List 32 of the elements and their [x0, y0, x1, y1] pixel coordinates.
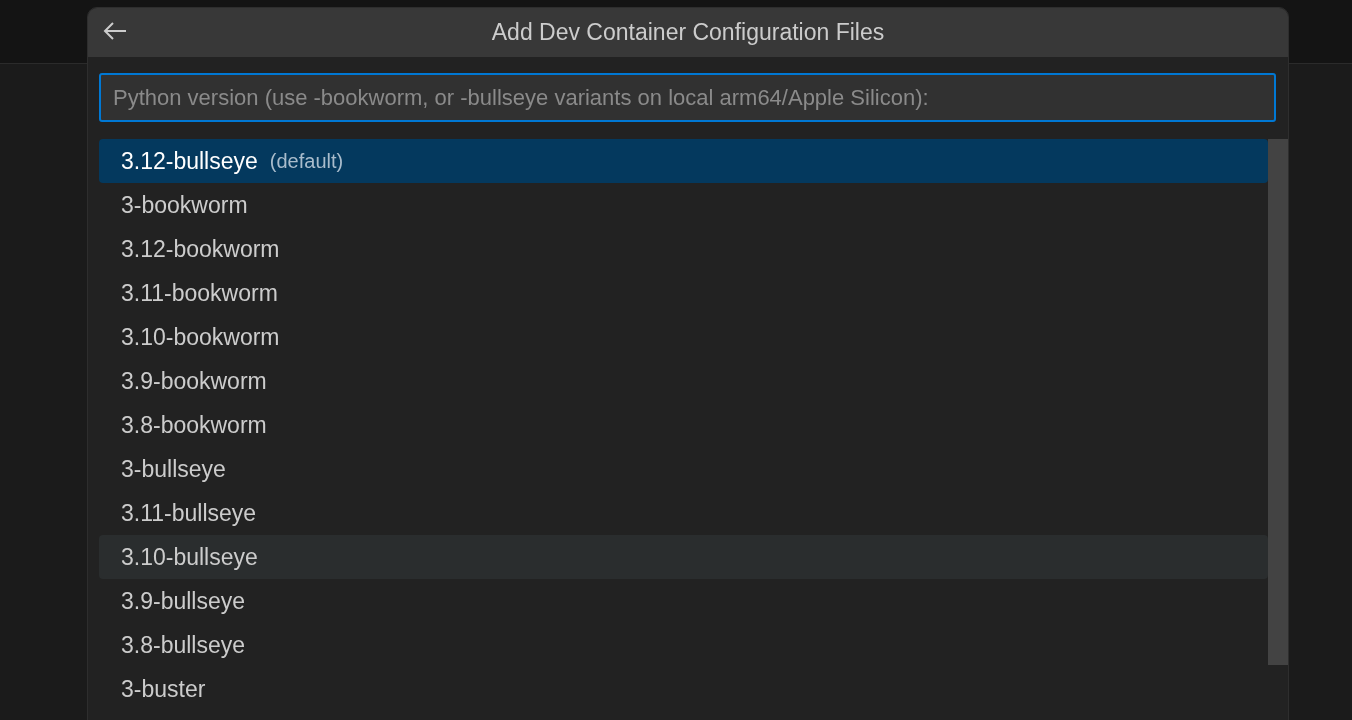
- back-button[interactable]: [102, 20, 128, 42]
- version-option[interactable]: 3.11-bullseye: [99, 491, 1268, 535]
- search-field[interactable]: Python version (use -bookworm, or -bullseye variants on local arm64/Apple Silicon):: [99, 73, 1276, 122]
- version-option[interactable]: 3-buster: [99, 667, 1268, 711]
- option-label: 3.11-bullseye: [121, 499, 257, 527]
- option-label: 3.9-bookworm: [121, 367, 267, 395]
- option-label: 3.8-bullseye: [121, 631, 246, 659]
- option-label: 3.10-bullseye: [121, 543, 258, 571]
- version-option[interactable]: 3.12-bookworm: [99, 227, 1268, 271]
- scrollbar[interactable]: [1268, 139, 1288, 665]
- version-option[interactable]: 3-bookworm: [99, 183, 1268, 227]
- option-label: 3.10-bookworm: [121, 323, 280, 351]
- option-label: 3.12-bookworm: [121, 235, 280, 263]
- option-label: 3.12-bullseye: [121, 147, 258, 175]
- version-option[interactable]: 3.10-bullseye: [99, 535, 1268, 579]
- dialog-title: Add Dev Container Configuration Files: [491, 19, 885, 46]
- version-option[interactable]: 3.8-bullseye: [99, 623, 1268, 667]
- option-label: 3-buster: [121, 675, 206, 703]
- version-option[interactable]: 3.12-bullseye (default): [99, 139, 1268, 183]
- option-description: (default): [269, 149, 344, 173]
- version-option[interactable]: 3.10-bookworm: [99, 315, 1268, 359]
- version-option[interactable]: 3.9-bookworm: [99, 359, 1268, 403]
- version-option[interactable]: 3-bullseye: [99, 447, 1268, 491]
- option-label: 3-bullseye: [121, 455, 226, 483]
- back-arrow-icon: [102, 20, 128, 42]
- option-label: 3.11-bookworm: [121, 279, 278, 307]
- version-option[interactable]: 3.9-bullseye: [99, 579, 1268, 623]
- version-option[interactable]: 3.8-bookworm: [99, 403, 1268, 447]
- version-option[interactable]: 3.11-bookworm: [99, 271, 1268, 315]
- option-label: 3.8-bookworm: [121, 411, 267, 439]
- option-label: 3.9-bullseye: [121, 587, 246, 615]
- option-label: 3-bookworm: [121, 191, 248, 219]
